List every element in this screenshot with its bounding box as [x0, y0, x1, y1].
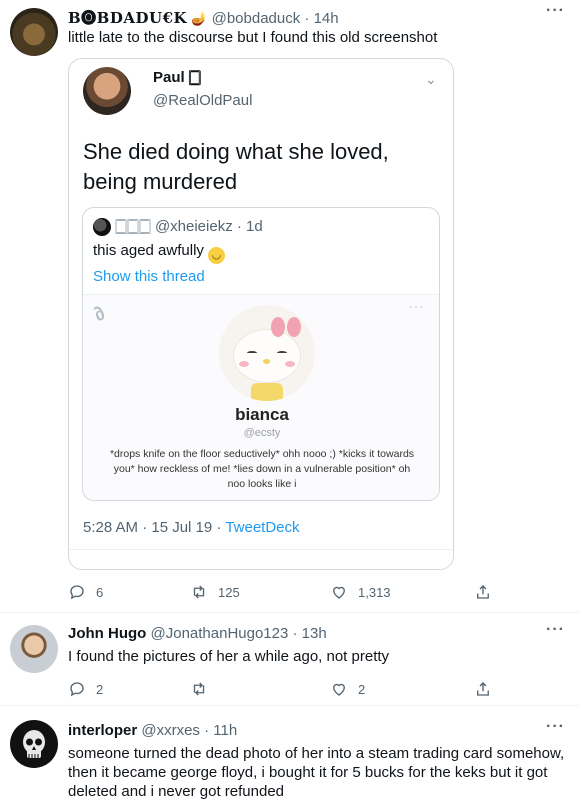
tweet-header: interloper @xxrxes · 11h: [68, 722, 237, 739]
more-options-icon[interactable]: ···: [546, 621, 565, 639]
reply-icon: [70, 682, 84, 697]
quoted-tweet: 🀆🀆🀆 @xheieiekz · 1d this aged awfully ◡ S…: [82, 207, 440, 501]
tweet-header: B🅞BDADU€K 🪔 @bobdaduck · 14h: [68, 7, 339, 28]
skull-icon: [23, 730, 45, 758]
tweet-text: little late to the discourse but I found…: [68, 29, 438, 46]
chevron-down-icon: ⌄: [425, 71, 437, 87]
quoted-text: this aged awfully: [93, 242, 204, 259]
like-count: 1,313: [358, 584, 391, 600]
tweet-bobdaduck[interactable]: B🅞BDADU€K 🪔 @bobdaduck · 14h ··· little …: [0, 0, 580, 612]
embedded-avatar: [83, 67, 131, 115]
like-button[interactable]: 1,313: [330, 581, 391, 603]
display-name[interactable]: John Hugo: [68, 625, 146, 642]
retweet-icon: [193, 585, 205, 599]
divider: [69, 549, 453, 550]
avatar[interactable]: [10, 720, 58, 768]
tweet-text: someone turned the dead photo of her int…: [68, 745, 565, 800]
reply-count: 6: [96, 584, 104, 600]
tweet-interloper[interactable]: interloper @xxrxes · 11h ··· someone tur…: [0, 706, 580, 808]
link-icon: ∂: [89, 302, 111, 326]
share-icon: [477, 585, 489, 599]
embedded-name: Paul 🀆: [153, 69, 201, 86]
tweet-text: I found the pictures of her a while ago,…: [68, 648, 390, 665]
reply-button[interactable]: 2: [68, 678, 103, 700]
tweet-header: John Hugo @JonathanHugo123 · 13h: [68, 625, 327, 642]
retweet-button[interactable]: [190, 678, 218, 700]
share-button[interactable]: [474, 678, 492, 700]
show-thread-link: Show this thread: [93, 268, 205, 285]
reply-count: 2: [96, 681, 104, 697]
heart-icon: [333, 683, 345, 696]
handle[interactable]: @xxrxes · 11h: [141, 722, 237, 739]
retweet-button[interactable]: 125: [190, 581, 240, 603]
profile-screenshot: ∂ ··· bianca @ecsty *drops knife on the …: [83, 294, 439, 500]
share-button[interactable]: [474, 581, 492, 603]
profile-name: bianca: [235, 405, 289, 424]
heart-icon: [333, 586, 345, 599]
embedded-timestamp: 5:28 AM · 15 Jul 19 · TweetDeck: [83, 519, 300, 536]
retweet-count: 125: [218, 584, 240, 600]
fire-emoji-icon: 🪔: [191, 11, 208, 26]
profile-bio: *drops knife on the floor seductively* o…: [109, 448, 415, 490]
profile-picture: [219, 305, 315, 401]
handle[interactable]: @JonathanHugo123 · 13h: [151, 625, 327, 642]
like-count: 2: [358, 681, 366, 697]
avatar[interactable]: [10, 625, 58, 673]
reply-icon: [70, 585, 84, 600]
like-button[interactable]: 2: [330, 678, 365, 700]
timestamp-text: 5:28 AM · 15 Jul 19 ·: [83, 519, 226, 536]
share-icon: [477, 682, 489, 696]
tweet-actions: 6 125 1,313: [68, 581, 498, 603]
more-options-icon[interactable]: ···: [546, 718, 565, 736]
tweet-john-hugo[interactable]: John Hugo @JonathanHugo123 · 13h ··· I f…: [0, 613, 580, 705]
tweet-actions: 2 2: [68, 678, 498, 700]
embedded-text: She died doing what she loved, being mur…: [83, 139, 389, 194]
smile-emoji-icon: ◡: [207, 247, 225, 264]
quoted-text-row: this aged awfully ◡: [93, 242, 225, 264]
quoted-handle: 🀆🀆🀆 @xheieiekz · 1d: [115, 218, 263, 235]
source-label: TweetDeck: [225, 519, 300, 536]
handle[interactable]: @bobdaduck · 14h: [212, 10, 339, 27]
more-options-icon[interactable]: ···: [546, 2, 565, 20]
avatar[interactable]: [10, 8, 58, 56]
screenshot-image[interactable]: Paul 🀆 @RealOldPaul ⌄ She died doing wha…: [68, 58, 454, 570]
reply-button[interactable]: 6: [68, 581, 103, 603]
retweet-icon: [193, 682, 205, 696]
more-options-icon: ···: [409, 299, 424, 313]
embedded-handle: @RealOldPaul: [153, 92, 253, 109]
profile-handle: @ecsty: [243, 427, 281, 439]
display-name[interactable]: B🅞BDADU€K: [68, 9, 187, 27]
quoted-avatar: [93, 218, 111, 236]
display-name[interactable]: interloper: [68, 722, 137, 739]
